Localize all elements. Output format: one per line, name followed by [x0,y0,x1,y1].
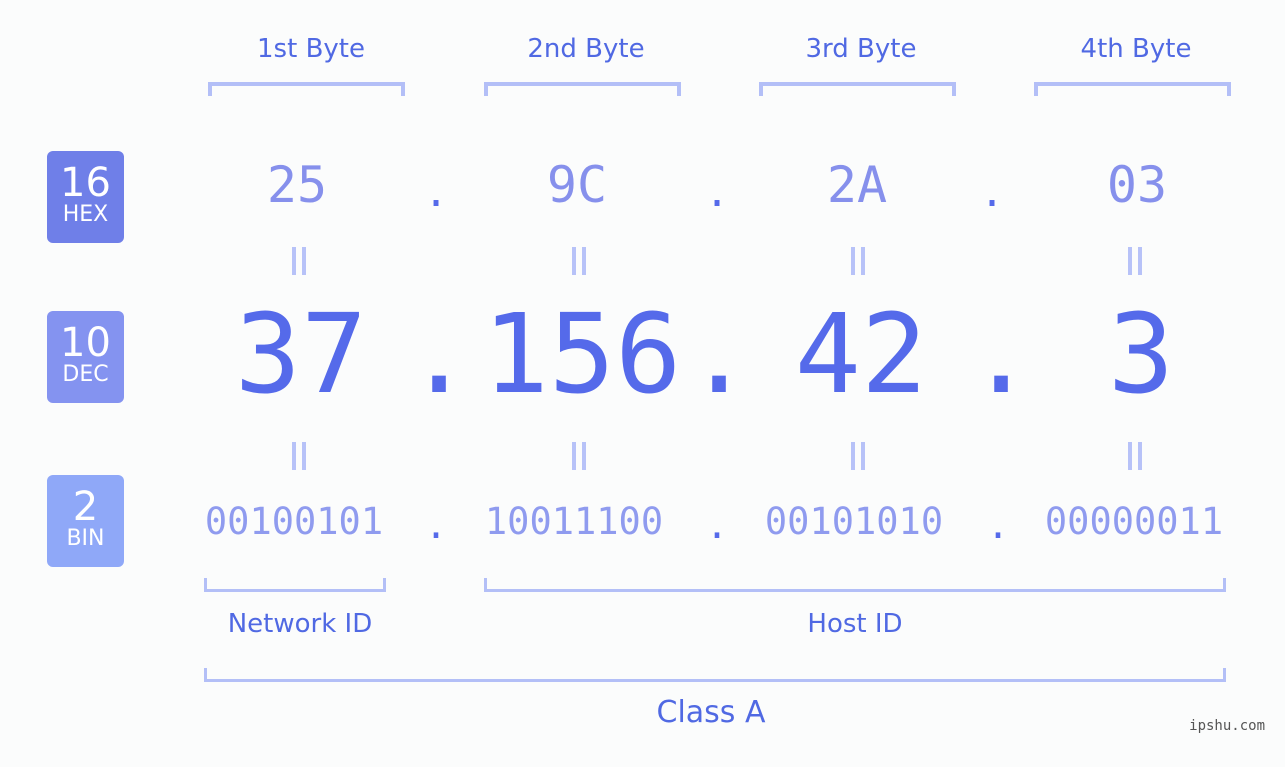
dec-value-1: 37 [234,290,368,418]
bin-name: BIN [66,526,105,551]
dec-dot-1: . [406,290,473,418]
bin-badge: 2 BIN [47,475,124,567]
dec-base: 10 [60,320,111,366]
byte-label-4: 4th Byte [1080,34,1192,64]
bin-dot-1: . [424,504,448,547]
bin-base: 2 [72,484,99,530]
equals-icon [292,442,306,470]
byte-label-2: 2nd Byte [527,34,645,64]
equals-icon [1128,247,1142,275]
bin-value-3: 00101010 [764,500,944,543]
bin-value-4: 00000011 [1044,500,1224,543]
watermark: ipshu.com [1189,718,1265,734]
class-bracket [204,668,1226,682]
hex-base: 16 [60,160,111,206]
host-id-bracket [484,578,1226,592]
byte-bracket-4 [1034,82,1231,96]
dec-dot-3: . [968,290,1035,418]
hex-value-1: 25 [266,156,328,214]
host-id-label: Host ID [807,609,903,639]
hex-dot-2: . [704,170,730,216]
byte-bracket-2 [484,82,681,96]
equals-icon [851,442,865,470]
equals-icon [292,247,306,275]
dec-value-4: 3 [1107,290,1175,418]
bin-value-1: 00100101 [204,500,384,543]
hex-name: HEX [62,202,109,227]
byte-bracket-1 [208,82,405,96]
bin-value-2: 10011100 [484,500,664,543]
dec-value-3: 42 [794,290,928,418]
hex-value-4: 03 [1106,156,1168,214]
byte-label-1: 1st Byte [257,34,365,64]
class-label: Class A [656,695,766,730]
equals-icon [572,442,586,470]
equals-icon [1128,442,1142,470]
dec-badge: 10 DEC [47,311,124,403]
network-id-label: Network ID [227,609,373,639]
network-id-bracket [204,578,386,592]
equals-icon [851,247,865,275]
dec-dot-2: . [686,290,753,418]
hex-badge: 16 HEX [47,151,124,243]
equals-icon [572,247,586,275]
bin-dot-2: . [705,504,729,547]
hex-value-2: 9C [546,156,608,214]
hex-dot-3: . [979,170,1005,216]
byte-label-3: 3rd Byte [805,34,917,64]
dec-name: DEC [62,362,109,387]
hex-value-3: 2A [826,156,888,214]
bin-dot-3: . [986,504,1010,547]
dec-value-2: 156 [482,290,682,418]
hex-dot-1: . [423,170,449,216]
byte-bracket-3 [759,82,956,96]
